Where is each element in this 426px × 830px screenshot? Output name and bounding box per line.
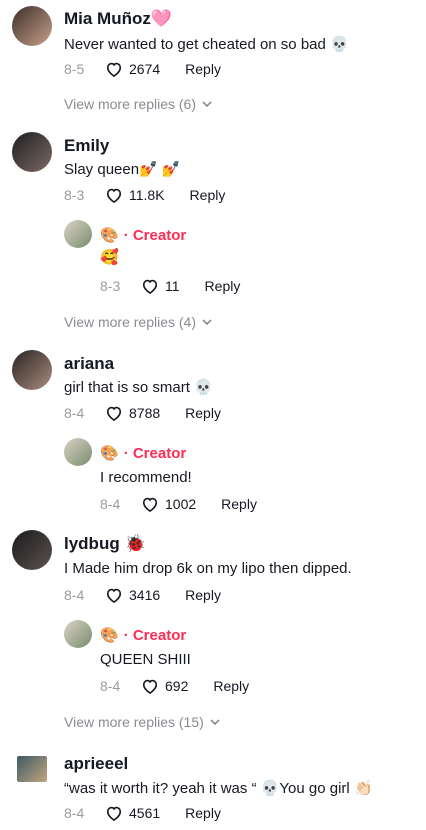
like-count: 1002 xyxy=(165,496,197,512)
avatar[interactable] xyxy=(17,756,47,782)
comment-date: 8-3 xyxy=(64,187,85,203)
reply-button[interactable]: Reply xyxy=(185,405,221,421)
avatar[interactable] xyxy=(12,350,52,390)
comment-author[interactable]: Emily xyxy=(64,136,109,156)
like-button[interactable]: 4561 xyxy=(104,803,160,823)
reply-meta: 8-4 692 Reply xyxy=(100,675,249,697)
comment-author[interactable]: ariana xyxy=(64,354,114,374)
like-count: 8788 xyxy=(129,405,161,421)
reply-author: 🎨 · Creator xyxy=(100,444,187,463)
like-button[interactable]: 8788 xyxy=(104,403,160,423)
like-count: 11 xyxy=(165,278,180,294)
reply-button[interactable]: Reply xyxy=(221,496,257,512)
nail-polish-emoji: 💅 💅 xyxy=(139,161,181,178)
reply-button[interactable]: Reply xyxy=(185,805,221,821)
comment-text: “was it worth it? yeah it was “ 💀You go … xyxy=(64,780,373,797)
comment-text: Slay queen💅 💅 xyxy=(64,161,181,178)
reply-meta: 8-4 1002 Reply xyxy=(100,493,257,515)
chevron-down-icon xyxy=(202,101,212,108)
palette-emoji: 🎨 xyxy=(100,627,119,644)
like-button[interactable]: 11.8K xyxy=(104,185,165,205)
comment-meta: 8-4 3416 Reply xyxy=(64,584,221,606)
creator-badge: · Creator xyxy=(123,226,187,244)
reply-button[interactable]: Reply xyxy=(205,278,241,294)
avatar[interactable] xyxy=(12,530,52,570)
like-button[interactable]: 1002 xyxy=(140,494,196,514)
heart-outline-icon xyxy=(142,279,158,295)
reply-text: QUEEN SHIII xyxy=(100,651,191,668)
creator-badge: · Creator xyxy=(123,626,187,644)
heart-outline-icon xyxy=(106,806,122,822)
like-button[interactable]: 11 xyxy=(140,276,180,296)
comment-meta: 8-3 11.8K Reply xyxy=(64,184,225,206)
reply-author: 🎨 · Creator xyxy=(100,226,187,245)
comment-date: 8-4 xyxy=(64,587,85,603)
comment-text: girl that is so smart 💀 xyxy=(64,379,213,396)
heart-outline-icon xyxy=(142,679,158,695)
skull-emoji: 💀 xyxy=(330,36,349,53)
heart-outline-icon xyxy=(106,188,122,204)
heart-outline-icon xyxy=(106,588,122,604)
like-button[interactable]: 3416 xyxy=(104,585,160,605)
like-count: 3416 xyxy=(129,587,161,603)
comment-meta: 8-5 2674 Reply xyxy=(64,58,221,80)
comment-meta: 8-4 4561 Reply xyxy=(64,802,221,824)
reply-button[interactable]: Reply xyxy=(213,678,249,694)
creator-badge: · Creator xyxy=(123,444,187,462)
comment-text: I Made him drop 6k on my lipo then dippe… xyxy=(64,560,352,577)
reply-meta: 8-3 11 Reply xyxy=(100,275,240,297)
comment-date: 8-5 xyxy=(64,61,85,77)
reply-text: I recommend! xyxy=(100,469,192,486)
like-count: 11.8K xyxy=(129,187,165,203)
avatar[interactable] xyxy=(64,220,92,248)
comment-author[interactable]: lydbug 🐞 xyxy=(64,534,146,554)
like-button[interactable]: 2674 xyxy=(104,59,160,79)
view-more-replies[interactable]: View more replies (6) xyxy=(64,96,212,112)
palette-emoji: 🎨 xyxy=(100,445,119,462)
skull-emoji: 💀 xyxy=(194,379,213,396)
comment-date: 8-4 xyxy=(64,405,85,421)
avatar[interactable] xyxy=(64,438,92,466)
comment-text: Never wanted to get cheated on so bad 💀 xyxy=(64,36,349,53)
clapping-hands-emoji: 👏🏻 xyxy=(353,780,373,797)
like-count: 4561 xyxy=(129,805,161,821)
ladybug-emoji: 🐞 xyxy=(124,534,146,553)
reply-text: 🥰 xyxy=(100,249,119,266)
chevron-down-icon xyxy=(210,719,220,726)
heart-outline-icon xyxy=(106,62,122,78)
avatar[interactable] xyxy=(64,620,92,648)
like-button[interactable]: 692 xyxy=(140,676,188,696)
palette-emoji: 🎨 xyxy=(100,227,119,244)
chevron-down-icon xyxy=(202,319,212,326)
reply-date: 8-4 xyxy=(100,496,121,512)
heart-outline-icon xyxy=(106,406,122,422)
comment-meta: 8-4 8788 Reply xyxy=(64,402,221,424)
like-count: 2674 xyxy=(129,61,161,77)
like-count: 692 xyxy=(165,678,189,694)
view-more-replies[interactable]: View more replies (4) xyxy=(64,314,212,330)
comment-author[interactable]: Mia Muñoz🩷 xyxy=(64,9,172,29)
comment-date: 8-4 xyxy=(64,805,85,821)
reply-date: 8-3 xyxy=(100,278,121,294)
reply-button[interactable]: Reply xyxy=(185,61,221,77)
avatar[interactable] xyxy=(12,6,52,46)
comment-author[interactable]: aprieeel xyxy=(64,754,128,774)
reply-author: 🎨 · Creator xyxy=(100,626,187,645)
view-more-replies[interactable]: View more replies (15) xyxy=(64,714,220,730)
reply-button[interactable]: Reply xyxy=(190,187,226,203)
reply-date: 8-4 xyxy=(100,678,121,694)
reply-button[interactable]: Reply xyxy=(185,587,221,603)
heart-outline-icon xyxy=(142,497,158,513)
avatar[interactable] xyxy=(12,132,52,172)
skull-emoji: 💀 xyxy=(260,780,280,797)
